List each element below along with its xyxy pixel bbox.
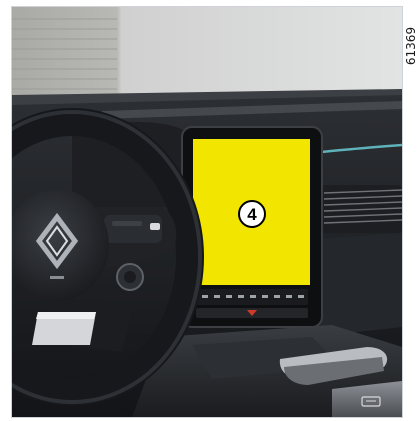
- figure-reference-code: 61369: [403, 6, 419, 86]
- dashboard-trim: [312, 233, 402, 337]
- reference-code-text: 61369: [404, 26, 418, 66]
- air-vent-icon: [317, 185, 402, 233]
- screen-button-row: [196, 289, 308, 318]
- callout-number: 4: [247, 205, 257, 224]
- dashboard-illustration: 4: [12, 7, 402, 417]
- wheel-badge-text: [50, 276, 64, 279]
- figure-frame: 4: [11, 6, 403, 418]
